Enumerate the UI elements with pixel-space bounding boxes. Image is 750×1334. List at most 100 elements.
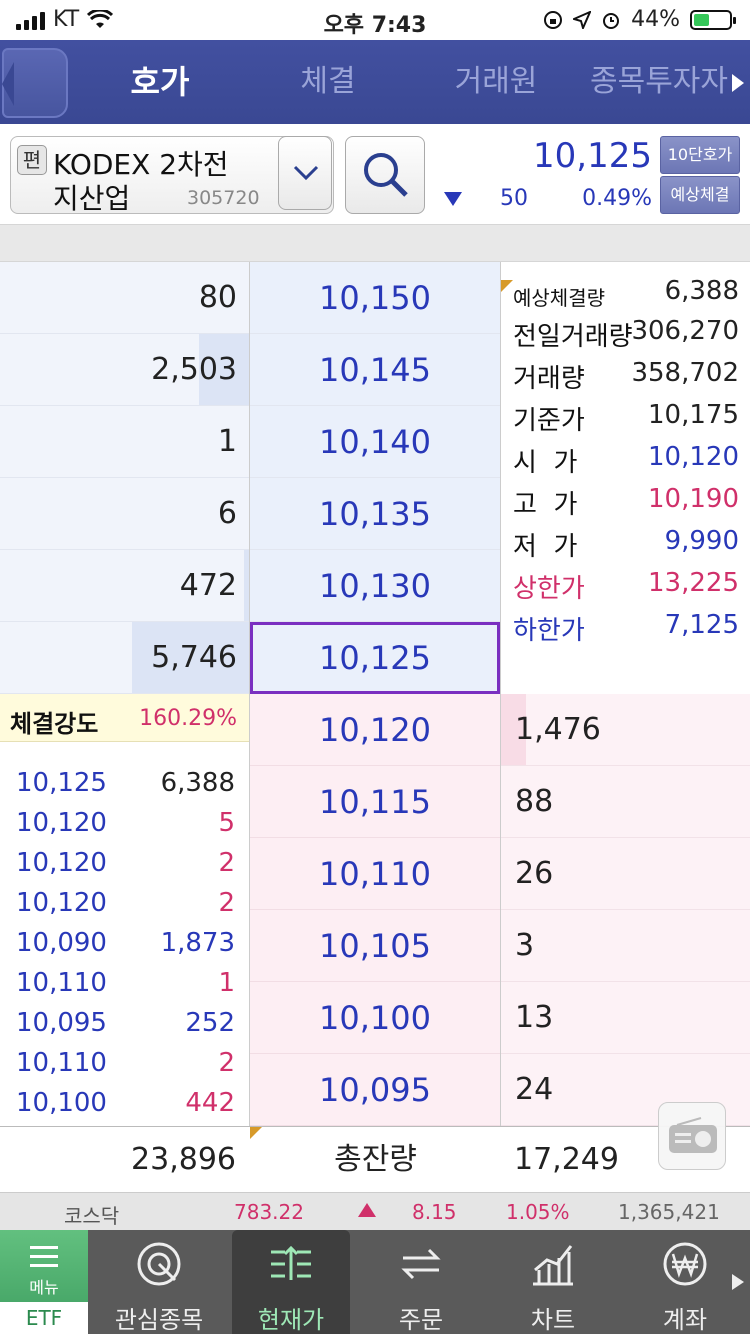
stat-row: 거래량 358,702 (513, 358, 739, 400)
stat-label: 기준가 (513, 406, 585, 436)
stat-value: 10,190 (648, 484, 739, 514)
ask-price-cell[interactable]: 10,145 (250, 334, 500, 406)
radio-icon (669, 1117, 717, 1153)
more-tabs-icon[interactable] (732, 74, 744, 92)
price-change-rate: 0.49% (582, 186, 652, 211)
edit-badge[interactable]: 편 (17, 145, 47, 175)
order-book: 80 2,503 1 6 472 5,746 체결강도 160.29% 10,125 6,388 1… (0, 262, 750, 1192)
stat-row: 고 가 10,190 (513, 484, 739, 526)
ask-qty: 5,746 (151, 640, 237, 675)
trade-price: 10,110 (16, 1048, 107, 1078)
price-change: 50 (500, 186, 528, 211)
more-tab-icon[interactable] (732, 1274, 744, 1290)
bid-price-cell[interactable]: 10,100 (250, 982, 500, 1054)
trade-qty: 2 (218, 1048, 235, 1078)
stat-label: 하한가 (513, 616, 585, 646)
trade-row: 10,120 5 (0, 804, 249, 844)
trade-row: 10,100 442 (0, 1084, 249, 1124)
stat-value: 7,125 (664, 610, 739, 640)
bid-price-cell[interactable]: 10,115 (250, 766, 500, 838)
ask-total: 23,896 (131, 1142, 236, 1177)
ask-price-cell[interactable]: 10,150 (250, 262, 500, 334)
top-nav: 호가 체결 거래원 종목투자자 (0, 40, 750, 124)
bid-qty: 26 (515, 856, 554, 891)
ask-qty-row[interactable]: 472 (0, 550, 249, 622)
menu-label: 메뉴 (29, 1278, 59, 1297)
stat-row: 예상체결량 6,388 (513, 276, 739, 318)
stock-name-line2: 지산업 (53, 182, 131, 215)
bid-price-cell[interactable]: 10,110 (250, 838, 500, 910)
bid-qty-row[interactable]: 1,476 (501, 694, 750, 766)
etf-label[interactable]: ETF (0, 1302, 88, 1334)
down-arrow-icon (444, 192, 462, 206)
tab-brokers[interactable]: 거래원 (426, 40, 566, 124)
index-volume: 1,365,421 (618, 1200, 720, 1224)
tab-watchlist[interactable]: 관심종목 (94, 1230, 224, 1334)
stat-row: 저 가 9,990 (513, 526, 739, 568)
bid-price-cell[interactable]: 10,105 (250, 910, 500, 982)
tab-order-label: 주문 (398, 1306, 444, 1334)
stock-code: 305720 (187, 187, 260, 209)
chart-icon (533, 1245, 573, 1286)
trade-qty: 5 (218, 808, 235, 838)
totals-row: 23,896 총잔량 17,249 (0, 1126, 750, 1192)
tab-chart[interactable]: 차트 (488, 1230, 618, 1334)
index-value: 783.22 (234, 1200, 304, 1224)
tab-order[interactable]: 주문 (356, 1230, 486, 1334)
index-rate: 1.05% (506, 1200, 570, 1224)
trade-row: 10,110 2 (0, 1044, 249, 1084)
search-icon (364, 153, 408, 197)
ask-price-cell[interactable]: 10,130 (250, 550, 500, 622)
total-remaining-label: 총잔량 (334, 1142, 417, 1177)
ask-qty-row[interactable]: 5,746 (0, 622, 249, 694)
bid-price-cell[interactable]: 10,095 (250, 1054, 500, 1126)
trade-qty: 1 (218, 968, 235, 998)
index-name: 코스닥 (64, 1204, 120, 1228)
tab-current-price[interactable]: 현재가 (232, 1230, 350, 1334)
stock-stats-panel: 예상체결량 6,388 전일거래량 306,270 거래량 358,702 기준가 10,17… (501, 262, 750, 694)
trade-price: 10,120 (16, 888, 107, 918)
bid-price-cell[interactable]: 10,120 (250, 694, 500, 766)
stat-value: 10,175 (648, 400, 739, 430)
ask-price-cell[interactable]: 10,135 (250, 478, 500, 550)
trade-qty: 2 (218, 888, 235, 918)
ask-price-cell[interactable]: 10,140 (250, 406, 500, 478)
trade-row: 10,090 1,873 (0, 924, 249, 964)
bid-qty-row[interactable]: 26 (501, 838, 750, 910)
bottom-tab-bar: 메뉴 ETF 관심종목 현재가 주문 차트 계좌 (0, 1230, 750, 1334)
radio-button[interactable] (658, 1102, 726, 1170)
tab-watchlist-label: 관심종목 (114, 1306, 204, 1334)
bid-qty-row[interactable]: 13 (501, 982, 750, 1054)
bid-qty-row[interactable]: 88 (501, 766, 750, 838)
ask-qty-row[interactable]: 2,503 (0, 334, 249, 406)
current-ask-price-cell[interactable]: 10,125 (250, 622, 500, 694)
stock-dropdown-button[interactable] (278, 136, 332, 210)
stat-row: 하한가 7,125 (513, 610, 739, 652)
divider-bar (0, 224, 750, 262)
trade-row: 10,120 2 (0, 844, 249, 884)
bid-qty-row[interactable]: 3 (501, 910, 750, 982)
location-icon (573, 10, 592, 29)
stat-row: 상한가 13,225 (513, 568, 739, 610)
tab-trades[interactable]: 체결 (258, 40, 398, 124)
status-right: 44% (543, 7, 736, 32)
stat-label: 상한가 (513, 574, 585, 604)
tab-account-label: 계좌 (662, 1306, 708, 1334)
ask-qty: 2,503 (151, 352, 237, 387)
ask-qty-row[interactable]: 1 (0, 406, 249, 478)
expected-trade-button[interactable]: 예상체결 (660, 176, 740, 214)
menu-button[interactable]: 메뉴 ETF (0, 1230, 88, 1334)
tab-hoga[interactable]: 호가 (90, 40, 230, 124)
ask-qty-row[interactable]: 80 (0, 262, 249, 334)
won-icon (663, 1242, 707, 1286)
search-button[interactable] (345, 136, 425, 214)
ask-qty-row[interactable]: 6 (0, 478, 249, 550)
stat-value: 9,990 (664, 526, 739, 556)
ten-level-button[interactable]: 10단호가 (660, 136, 740, 174)
trade-row: 10,095 252 (0, 1004, 249, 1044)
bid-qty: 3 (515, 928, 535, 963)
index-ticker[interactable]: 코스닥 783.22 8.15 1.05% 1,365,421 (0, 1192, 750, 1230)
back-button[interactable] (2, 48, 68, 118)
tab-investors[interactable]: 종목투자자 (590, 40, 740, 124)
tab-account[interactable]: 계좌 (620, 1230, 750, 1334)
